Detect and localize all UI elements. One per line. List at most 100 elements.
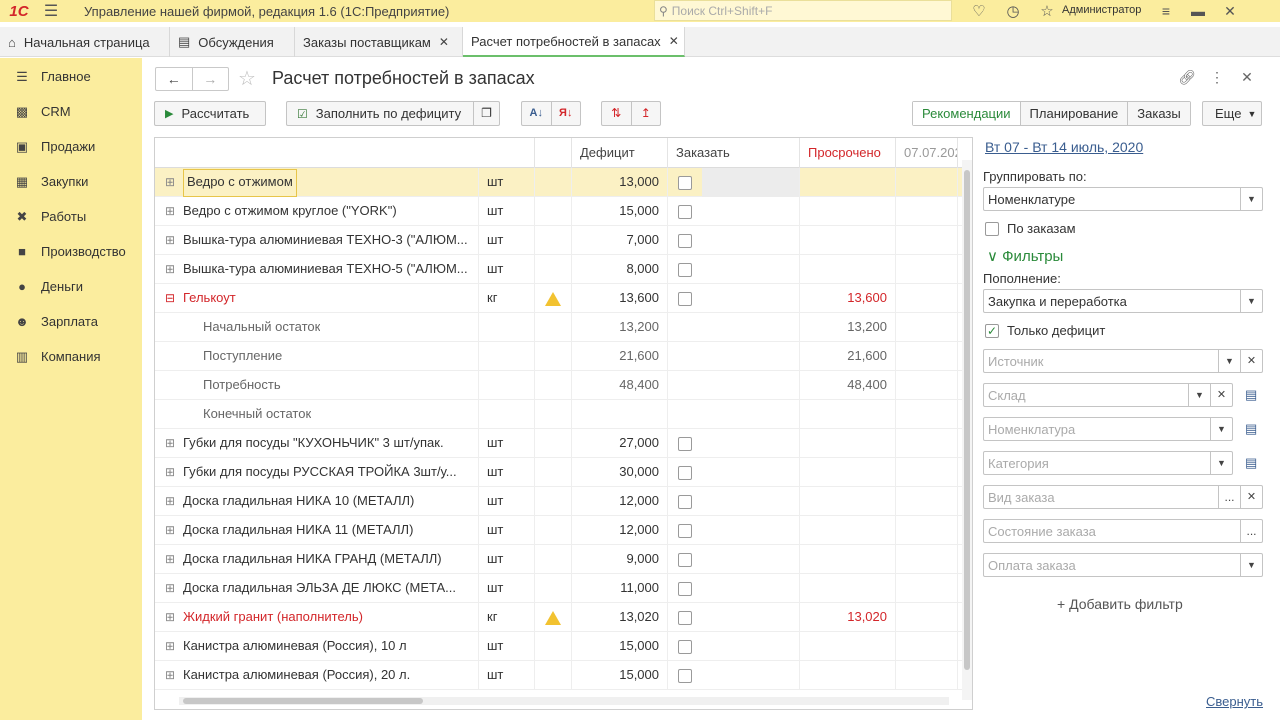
move-down-icon[interactable]: ⇅ <box>602 102 632 125</box>
sidebar-item-main[interactable]: ☰ Главное <box>0 59 142 94</box>
link-icon[interactable]: 🔗︎ <box>1172 69 1202 86</box>
cell-name[interactable]: ⊞ Канистра алюминевая (Россия), 10 л <box>155 632 479 661</box>
tab-stock-needs[interactable]: Расчет потребностей в запасах ✕ <box>463 27 685 57</box>
cell-name[interactable]: ⊞ Губки для посуды РУССКАЯ ТРОЙКА 3шт/у..… <box>155 458 479 487</box>
table-row[interactable]: ⊟ Гелькоут кг 13,600 13,600 <box>155 284 972 313</box>
cell-name[interactable]: ⊞ Ведро с отжимом <box>155 168 479 197</box>
cell-name[interactable]: ⊞ Канистра алюминевая (Россия), 20 л. <box>155 661 479 690</box>
chevron-down-icon[interactable]: ▼ <box>1210 452 1232 474</box>
cell-name[interactable]: ⊞ Доска гладильная НИКА 10 (МЕТАЛЛ) <box>155 487 479 516</box>
cell-name[interactable]: ⊞ Доска гладильная НИКА ГРАНД (МЕТАЛЛ) <box>155 545 479 574</box>
expand-icon[interactable]: ⊞ <box>165 458 183 487</box>
expand-icon[interactable]: ⊞ <box>165 429 183 458</box>
source-select[interactable]: Источник ▼ ✕ <box>983 349 1263 373</box>
history-icon[interactable]: ◷ <box>996 2 1030 20</box>
copy-icon[interactable]: ❐ <box>473 102 499 125</box>
back-arrow-icon[interactable]: ← <box>156 68 193 90</box>
main-menu-icon[interactable]: ☰ <box>38 1 64 21</box>
clear-icon[interactable]: ✕ <box>1240 350 1262 372</box>
filters-toggle[interactable]: ∨ Фильтры <box>987 247 1063 265</box>
collapse-link[interactable]: Свернуть <box>1206 694 1263 709</box>
header-order[interactable]: Заказать <box>668 138 800 168</box>
sidebar-item-crm[interactable]: ▩ CRM <box>0 94 142 129</box>
group-by-select[interactable]: Номенклатуре ▼ <box>983 187 1263 211</box>
move-up-icon[interactable]: ↥ <box>632 102 661 125</box>
warehouse-select[interactable]: Склад ▼ ✕ <box>983 383 1233 407</box>
only-deficit-checkbox[interactable]: ✓ Только дефицит <box>985 323 1105 338</box>
tab-discussions[interactable]: ▤ Обсуждения <box>170 27 295 57</box>
tab-recommendations[interactable]: Рекомендации <box>913 102 1021 125</box>
favorite-star-icon[interactable]: ☆ <box>238 66 256 91</box>
sidebar-item-money[interactable]: ● Деньги <box>0 269 142 304</box>
checkbox[interactable] <box>985 221 999 236</box>
cell-name[interactable]: Потребность <box>155 371 479 400</box>
order-checkbox[interactable] <box>678 204 692 219</box>
cell-name[interactable]: ⊞ Вышка-тура алюминиевая ТЕХНО-5 ("АЛЮМ..… <box>155 255 479 284</box>
order-checkbox[interactable] <box>678 291 692 306</box>
expand-icon[interactable]: ⊞ <box>165 545 183 574</box>
ellipsis-icon[interactable]: ... <box>1218 486 1240 508</box>
calculate-button[interactable]: ▶ Рассчитать <box>154 101 266 126</box>
clear-icon[interactable]: ✕ <box>1240 486 1262 508</box>
cell-name[interactable]: ⊞ Жидкий гранит (наполнитель) <box>155 603 479 632</box>
nomenclature-select[interactable]: Номенклатура ▼ <box>983 417 1233 441</box>
chevron-down-icon[interactable]: ▼ <box>1218 350 1240 372</box>
clear-icon[interactable]: ✕ <box>1210 384 1232 406</box>
cell-name[interactable]: ⊞ Губки для посуды "КУХОНЬЧИК" 3 шт/упак. <box>155 429 479 458</box>
tab-home[interactable]: ⌂ Начальная страница <box>0 27 170 57</box>
order-checkbox[interactable] <box>678 262 692 277</box>
order-checkbox[interactable] <box>678 523 692 538</box>
close-tab-icon[interactable]: ✕ <box>439 35 449 49</box>
vertical-scrollbar[interactable] <box>962 160 972 700</box>
expand-icon[interactable]: ⊞ <box>165 168 183 197</box>
horizontal-scrollbar[interactable] <box>179 697 949 705</box>
table-row[interactable]: ⊞ Ведро с отжимом шт 13,000 <box>155 168 972 197</box>
user-name[interactable]: Администратор <box>1062 4 1141 16</box>
table-row[interactable]: ⊞ Канистра алюминевая (Россия), 10 л шт 15,… <box>155 632 972 661</box>
period-link[interactable]: Вт 07 - Вт 14 июль, 2020 <box>985 139 1143 155</box>
order-checkbox[interactable] <box>678 610 692 625</box>
forward-arrow-icon[interactable]: → <box>193 68 229 90</box>
chevron-down-icon[interactable]: ▼ <box>1210 418 1232 440</box>
sort-asc-icon[interactable]: А↓ <box>522 102 552 125</box>
sidebar-item-production[interactable]: ■ Производство <box>0 234 142 269</box>
list-select-icon[interactable]: ▤ <box>1245 387 1257 403</box>
sidebar-item-works[interactable]: ✖ Работы <box>0 199 142 234</box>
order-checkbox[interactable] <box>678 233 692 248</box>
header-overdue[interactable]: Просрочено <box>800 138 896 168</box>
sort-desc-icon[interactable]: Я↓ <box>552 102 581 125</box>
minimize-icon[interactable]: ▬ <box>1182 3 1214 19</box>
table-row[interactable]: ⊞ Ведро с отжимом круглое ("YORK") шт 15,00… <box>155 197 972 226</box>
order-checkbox[interactable] <box>678 494 692 509</box>
checkmark-icon[interactable]: ✓ <box>985 323 999 338</box>
chevron-down-icon[interactable]: ▼ <box>1240 290 1262 312</box>
list-select-icon[interactable]: ▤ <box>1245 421 1257 437</box>
order-checkbox[interactable] <box>678 465 692 480</box>
sidebar-item-purchases[interactable]: ▦ Закупки <box>0 164 142 199</box>
expand-icon[interactable]: ⊞ <box>165 197 183 226</box>
order-checkbox[interactable] <box>678 639 692 654</box>
order-checkbox[interactable] <box>678 436 692 451</box>
chevron-down-icon[interactable]: ▼ <box>1240 188 1262 210</box>
cell-name[interactable]: Поступление <box>155 342 479 371</box>
order-type-select[interactable]: Вид заказа ... ✕ <box>983 485 1263 509</box>
expand-icon[interactable]: ⊞ <box>165 603 183 632</box>
tab-supplier-orders[interactable]: Заказы поставщикам ✕ <box>295 27 463 57</box>
fill-by-deficit-button[interactable]: ☑ Заполнить по дефициту ❐ <box>286 101 500 126</box>
more-button[interactable]: Еще ▼ <box>1202 101 1262 126</box>
table-subrow[interactable]: Поступление 21,600 21,600 <box>155 342 972 371</box>
cell-name[interactable]: ⊞ Доска гладильная ЭЛЬЗА ДЕ ЛЮКС (МЕТА... <box>155 574 479 603</box>
cell-name[interactable]: Конечный остаток <box>155 400 479 429</box>
header-date[interactable]: 07.07.2020 <box>896 138 958 168</box>
expand-icon[interactable]: ⊞ <box>165 574 183 603</box>
close-tab-icon[interactable]: ✕ <box>669 34 679 48</box>
order-state-select[interactable]: Состояние заказа ... <box>983 519 1263 543</box>
table-row[interactable]: ⊞ Доска гладильная НИКА ГРАНД (МЕТАЛЛ) шт 9… <box>155 545 972 574</box>
table-row[interactable]: ⊞ Губки для посуды РУССКАЯ ТРОЙКА 3шт/у..… <box>155 458 972 487</box>
table-row[interactable]: ⊞ Вышка-тура алюминиевая ТЕХНО-3 ("АЛЮМ..… <box>155 226 972 255</box>
by-orders-checkbox[interactable]: По заказам <box>985 221 1076 236</box>
table-subrow[interactable]: Конечный остаток <box>155 400 972 429</box>
table-row[interactable]: ⊞ Доска гладильная НИКА 11 (МЕТАЛЛ) шт 12,0… <box>155 516 972 545</box>
table-row[interactable]: ⊞ Доска гладильная НИКА 10 (МЕТАЛЛ) шт 12,0… <box>155 487 972 516</box>
more-vertical-icon[interactable]: ⋮ <box>1202 69 1232 86</box>
